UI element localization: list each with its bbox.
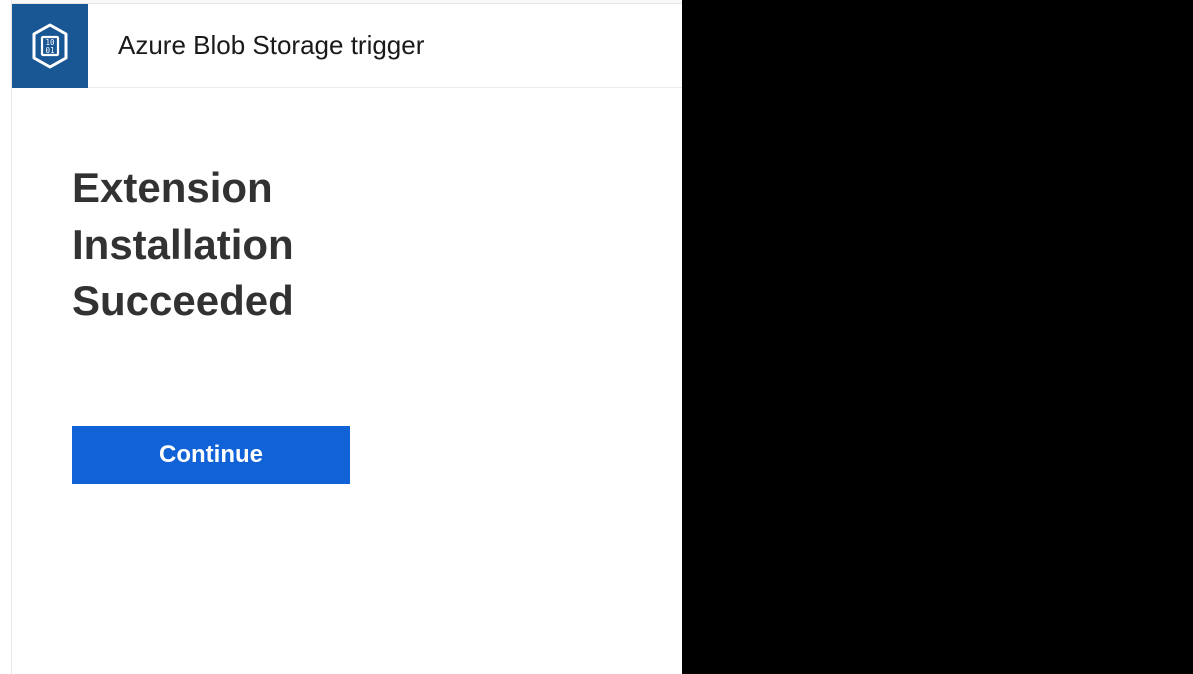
right-dark-panel [682,0,1193,674]
status-message: Extension Installation Succeeded [72,160,392,330]
trigger-panel: 10 01 Azure Blob Storage trigger Extensi… [12,3,682,674]
blob-storage-icon: 10 01 [12,4,88,88]
panel-title: Azure Blob Storage trigger [118,30,424,61]
panel-content: Extension Installation Succeeded Continu… [12,88,682,484]
continue-button-label: Continue [159,441,263,469]
svg-text:01: 01 [45,46,54,55]
panel-header: 10 01 Azure Blob Storage trigger [12,4,682,88]
left-sidebar-sliver [0,0,12,674]
continue-button[interactable]: Continue [72,426,350,484]
